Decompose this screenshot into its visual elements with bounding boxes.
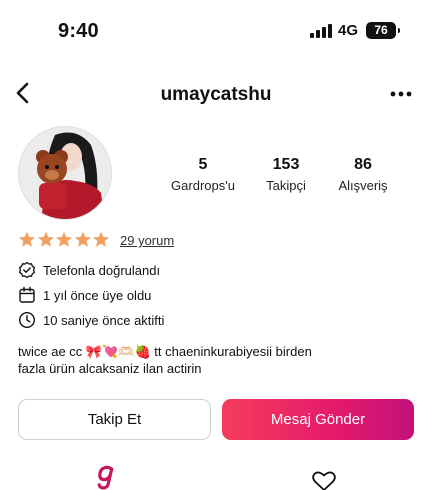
last-active-text: 10 saniye önce aktifti xyxy=(43,313,165,328)
calendar-icon xyxy=(19,286,35,303)
bio-line: twice ae cc 🎀💘🫶🏻🍓 tt chaeninkurabiyesii … xyxy=(18,344,312,359)
star-icon xyxy=(56,231,72,247)
follow-button[interactable]: Takip Et xyxy=(18,399,211,440)
phone-verified-row: Telefonla doğrulandı xyxy=(18,261,318,281)
signal-icon xyxy=(310,24,332,38)
stat-followers[interactable]: 153 Takipçi xyxy=(256,156,316,193)
rating-stars xyxy=(18,231,111,248)
stat-listings[interactable]: 5 Gardrops'u xyxy=(160,156,246,193)
bio-line: fazla ürün alcaksaniz ilan actirin xyxy=(18,361,202,376)
battery-level: 76 xyxy=(374,23,388,37)
clock-icon xyxy=(18,311,36,329)
stat-purchases[interactable]: 86 Alışveriş xyxy=(330,156,396,193)
star-icon xyxy=(19,231,35,247)
network-type: 4G xyxy=(338,22,359,39)
last-active-row: 10 saniye önce aktifti xyxy=(18,311,318,331)
stat-label: Takipçi xyxy=(266,178,306,193)
stat-value: 86 xyxy=(354,156,372,173)
stat-value: 153 xyxy=(272,156,300,173)
star-icon xyxy=(37,231,54,247)
status-bar: 9:40 4G 76 xyxy=(0,0,432,64)
profile-username: umaycatshu xyxy=(160,84,272,105)
verified-badge-icon xyxy=(18,261,36,279)
star-icon xyxy=(93,231,109,247)
member-since-text: 1 yıl önce üye oldu xyxy=(43,288,152,303)
reviews-link[interactable]: 29 yorum xyxy=(120,233,174,248)
avatar[interactable] xyxy=(18,126,112,220)
stat-label: Alışveriş xyxy=(338,178,388,193)
send-message-button[interactable]: Mesaj Gönder xyxy=(222,399,414,440)
stat-value: 5 xyxy=(198,156,208,173)
profile-header: umaycatshu xyxy=(0,74,432,114)
stat-label: Gardrops'u xyxy=(171,178,235,193)
profile-bio: twice ae cc 🎀💘🫶🏻🍓 tt chaeninkurabiyesii … xyxy=(18,343,418,377)
heart-icon[interactable] xyxy=(311,470,337,490)
gardrops-logo-icon[interactable] xyxy=(96,464,118,490)
rating[interactable]: 29 yorum xyxy=(18,231,174,251)
member-since-row: 1 yıl önce üye oldu xyxy=(18,286,318,306)
status-time: 9:40 xyxy=(58,20,99,42)
battery-icon: 76 xyxy=(366,22,400,39)
more-horizontal-icon[interactable] xyxy=(390,90,412,98)
phone-verified-text: Telefonla doğrulandı xyxy=(43,263,161,278)
star-icon xyxy=(74,231,91,247)
